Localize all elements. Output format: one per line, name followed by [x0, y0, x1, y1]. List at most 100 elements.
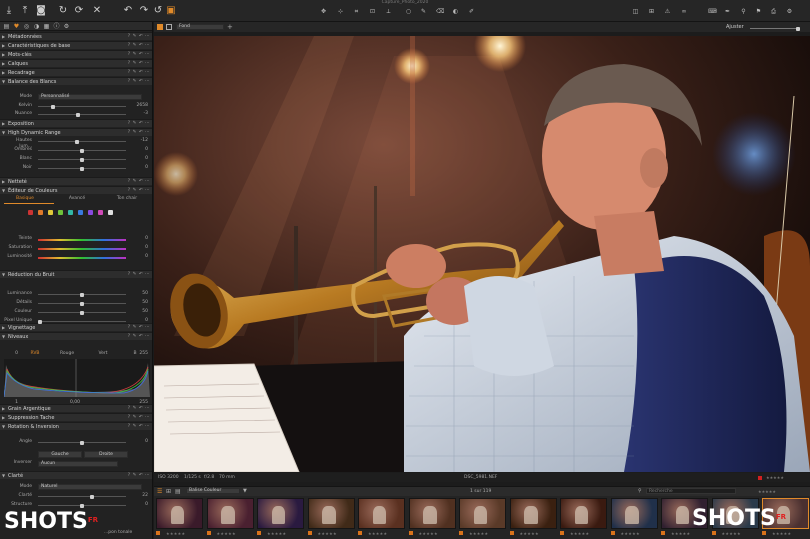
color-tab[interactable]: Avancé — [62, 196, 92, 202]
thumbnail-color-tag[interactable] — [661, 531, 665, 535]
section-header-keywords[interactable]: ▶ Mots-clés ? ✎ ↶ ⋯ — [0, 50, 152, 59]
thumbnail-color-tag[interactable] — [459, 531, 463, 535]
hdr-slider-knob[interactable] — [74, 139, 79, 144]
section-controls-icon[interactable]: ? ✎ ↶ ⋯ — [128, 423, 150, 431]
section-controls-icon[interactable]: ? ✎ ↶ ⋯ — [128, 60, 150, 68]
expand-icon[interactable]: ▶ — [2, 405, 5, 413]
search-input[interactable]: Recherche — [646, 488, 736, 494]
keystone-icon[interactable]: ⊡ — [369, 8, 376, 15]
reset-icon[interactable]: ↺ — [152, 5, 164, 17]
thumbnail[interactable] — [408, 498, 456, 529]
thumbnail-rating-stars[interactable]: ★★★★★ — [469, 531, 488, 536]
section-controls-icon[interactable]: ? ✎ ↶ ⋯ — [128, 333, 150, 341]
thumbnail-rating-stars[interactable]: ★★★★★ — [419, 531, 438, 536]
section-controls-icon[interactable]: ? ✎ ↶ ⋯ — [128, 69, 150, 77]
color-swatch[interactable] — [68, 210, 73, 215]
refresh-icon[interactable]: ⟳ — [73, 5, 85, 17]
exposure-icon[interactable]: ◑ — [33, 23, 40, 30]
thumbnail-rating-stars[interactable]: ★★★★★ — [722, 531, 741, 536]
eraser-icon[interactable]: ⌫ — [436, 8, 444, 15]
section-controls-icon[interactable]: ? ✎ ↶ ⋯ — [128, 472, 150, 480]
kelvin-slider-knob[interactable] — [50, 104, 55, 109]
section-controls-icon[interactable]: ? ✎ ↶ ⋯ — [128, 51, 150, 59]
section-header-hdr[interactable]: ▼ High Dynamic Range ? ✎ ↶ ⋯ — [0, 128, 152, 136]
color-tab[interactable]: Basique — [10, 196, 40, 202]
expand-icon[interactable]: ▶ — [2, 69, 5, 77]
thumbnail-rating-stars[interactable]: ★★★★★ — [621, 531, 640, 536]
noise-value[interactable]: 50 — [128, 291, 148, 297]
rotate-icon[interactable]: ↻ — [57, 5, 69, 17]
metadata-icon[interactable]: ⓘ — [53, 23, 60, 30]
color-swatch[interactable] — [88, 210, 93, 215]
camera-icon[interactable]: ◙ — [35, 5, 47, 17]
browser-filter-stars[interactable]: ★★★★★ — [758, 489, 776, 494]
thumbnail[interactable] — [610, 498, 658, 529]
section-header-vignette[interactable]: ▶ Vignettage ? ✎ ↶ ⋯ — [0, 323, 152, 332]
spot-icon[interactable]: ○ — [405, 8, 412, 15]
hdr-value[interactable]: -12 — [128, 138, 148, 144]
redo-icon[interactable]: ↷ — [138, 5, 150, 17]
kelvin-value[interactable]: 2658 — [128, 103, 148, 109]
grid-icon[interactable]: ⊞ — [648, 8, 655, 15]
expand-icon[interactable]: ▶ — [2, 42, 5, 50]
thumbnail-color-tag[interactable] — [762, 531, 766, 535]
filmstrip-icon[interactable]: ▤ — [175, 488, 181, 495]
color-slider[interactable] — [38, 248, 126, 250]
color-swatch[interactable] — [58, 210, 63, 215]
thumbnail[interactable] — [307, 498, 355, 529]
color-value[interactable]: 0 — [128, 245, 148, 251]
expand-icon[interactable]: ▶ — [2, 33, 5, 41]
angle-value[interactable]: 0 — [128, 439, 148, 445]
levels-out-high[interactable]: 255 — [128, 400, 148, 406]
levels-high[interactable]: 255 — [128, 351, 148, 357]
section-controls-icon[interactable]: ? ✎ ↶ ⋯ — [128, 120, 150, 128]
expand-icon[interactable]: ▶ — [2, 60, 5, 68]
thumbnail-color-tag[interactable] — [560, 531, 564, 535]
section-controls-icon[interactable]: ? ✎ ↶ ⋯ — [128, 324, 150, 332]
section-controls-icon[interactable]: ? ✎ ↶ ⋯ — [128, 78, 150, 86]
hdr-slider-knob[interactable] — [80, 166, 84, 171]
color-slider[interactable] — [38, 257, 126, 259]
thumbnail-color-tag[interactable] — [156, 531, 160, 535]
section-controls-icon[interactable]: ? ✎ ↶ ⋯ — [128, 405, 150, 413]
annotate-icon[interactable]: ✐ — [468, 8, 475, 15]
thumbnail[interactable] — [358, 498, 405, 529]
thumbnail-rating-stars[interactable]: ★★★★★ — [772, 531, 791, 536]
expand-icon[interactable]: ▶ — [2, 324, 5, 332]
warn-icon[interactable]: ⚠ — [664, 8, 671, 15]
noise-value[interactable]: 0 — [128, 318, 148, 324]
section-controls-icon[interactable]: ? ✎ ↶ ⋯ — [128, 414, 150, 422]
noise-slider-knob[interactable] — [80, 310, 84, 315]
color-value[interactable]: 0 — [128, 254, 148, 260]
single-view-icon[interactable] — [157, 24, 163, 30]
thumbnail-rating-stars[interactable]: ★★★★★ — [217, 531, 236, 536]
hdr-value[interactable]: 0 — [128, 156, 148, 162]
import-icon[interactable]: ⤓ — [3, 5, 15, 17]
tint-slider[interactable] — [38, 112, 126, 117]
add-icon[interactable]: + — [227, 23, 233, 31]
color-swatch[interactable] — [38, 210, 43, 215]
thumbnail-rating-stars[interactable]: ★★★★★ — [166, 531, 185, 536]
zoom-slider[interactable] — [750, 26, 800, 31]
hdr-slider-knob[interactable] — [80, 148, 84, 153]
thumbnail[interactable] — [257, 498, 304, 529]
collapse-icon[interactable]: ▼ — [2, 271, 5, 279]
noise-slider[interactable] — [38, 292, 126, 297]
section-header-crop[interactable]: ▶ Recadrage ? ✎ ↶ ⋯ — [0, 68, 152, 77]
collapse-icon[interactable]: ▼ — [2, 472, 5, 480]
color-swatch[interactable] — [108, 210, 113, 215]
hdr-value[interactable]: 0 — [128, 147, 148, 153]
expand-icon[interactable]: ▶ — [2, 414, 5, 422]
main-photo[interactable] — [154, 36, 810, 472]
section-header-clarity[interactable]: ▼ Clarté ? ✎ ↶ ⋯ — [0, 471, 152, 480]
thumbnail-rating-stars[interactable]: ★★★★★ — [570, 531, 589, 536]
list-view-icon[interactable]: ☰ — [157, 488, 162, 495]
clarity-value[interactable]: 22 — [128, 493, 148, 499]
color-tab[interactable]: Ton chair — [112, 196, 142, 202]
section-controls-icon[interactable]: ? ✎ ↶ ⋯ — [128, 33, 150, 41]
color-slider[interactable] — [38, 239, 126, 241]
hdr-slider[interactable] — [38, 148, 126, 153]
rotate-left-button[interactable]: Gauche — [38, 451, 82, 458]
section-controls-icon[interactable]: ? ✎ ↶ ⋯ — [128, 42, 150, 50]
section-header-exposure[interactable]: ▶ Exposition ? ✎ ↶ ⋯ — [0, 119, 152, 128]
